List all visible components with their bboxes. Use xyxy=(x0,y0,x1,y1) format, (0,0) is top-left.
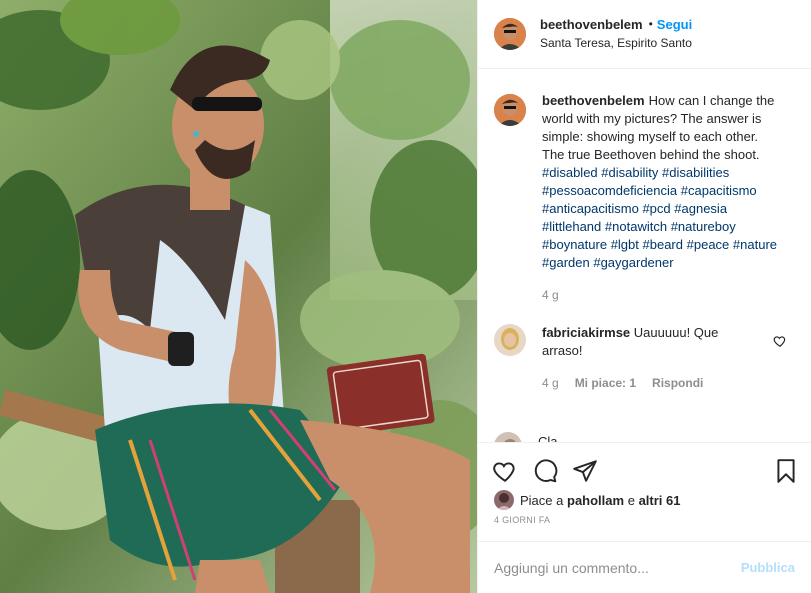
bookmark-icon[interactable] xyxy=(773,458,799,484)
comment-item-partial: Cla... xyxy=(494,432,568,442)
post-side-panel: beethovenbelem • Segui Santa Teresa, Esp… xyxy=(477,0,811,593)
caption-author-avatar[interactable] xyxy=(494,94,526,126)
follow-button[interactable]: Segui xyxy=(657,15,692,34)
profile-avatar-icon xyxy=(494,94,526,126)
paper-plane-icon[interactable] xyxy=(572,458,598,484)
post-location[interactable]: Santa Teresa, Espirito Santo xyxy=(540,34,692,53)
hashtag-link[interactable]: #agnesia xyxy=(674,201,727,216)
commenter-avatar[interactable] xyxy=(494,324,526,356)
comment-time[interactable]: 4 g xyxy=(542,374,559,392)
commenter-username[interactable]: fabriciakirmse xyxy=(542,325,630,340)
add-comment-bar: Pubblica xyxy=(478,541,811,593)
comment-meta: 4 g Mi piace: 1 Rispondi xyxy=(542,374,762,392)
hashtag-link[interactable]: #pcd xyxy=(642,201,670,216)
hashtag-link[interactable]: #disabilities xyxy=(662,165,729,180)
comment-item: fabriciakirmse Uauuuuu! Que arraso! 4 g … xyxy=(494,324,795,392)
commenter-avatar-icon xyxy=(494,432,522,442)
profile-avatar-icon xyxy=(494,18,526,50)
commenter-avatar[interactable] xyxy=(494,432,522,442)
post-image xyxy=(0,0,477,593)
hashtag-link[interactable]: #littlehand xyxy=(542,219,601,234)
comment-like-heart-icon[interactable] xyxy=(773,334,787,348)
hashtag-link[interactable]: #gaygardener xyxy=(593,255,673,270)
comments-list[interactable]: beethovenbelem How can I change the world… xyxy=(478,70,811,442)
heart-icon[interactable] xyxy=(492,458,518,484)
liker-avatar[interactable] xyxy=(494,490,514,510)
caption-time[interactable]: 4 g xyxy=(542,286,778,304)
hashtag-link[interactable]: #boynature xyxy=(542,237,607,252)
hashtag-link[interactable]: #garden xyxy=(542,255,590,270)
likes-prefix: Piace a xyxy=(520,492,564,508)
caption: beethovenbelem How can I change the world… xyxy=(494,92,795,304)
hashtag-link[interactable]: #disabled xyxy=(542,165,598,180)
comment-text: Cla... xyxy=(538,434,569,442)
comment-likes[interactable]: Mi piace: 1 xyxy=(575,374,636,392)
caption-username[interactable]: beethovenbelem xyxy=(542,93,645,108)
author-avatar[interactable] xyxy=(494,18,526,50)
post-header: beethovenbelem • Segui Santa Teresa, Esp… xyxy=(478,0,811,69)
hashtag-link[interactable]: #anticapacitismo xyxy=(542,201,639,216)
hashtag-link[interactable]: #pessoacomdeficiencia xyxy=(542,183,677,198)
author-username[interactable]: beethovenbelem xyxy=(540,15,643,34)
hashtag-link[interactable]: #natureboy xyxy=(671,219,736,234)
post-date[interactable]: 4 giorni fa xyxy=(478,511,811,525)
separator-dot: • xyxy=(648,17,653,31)
likes-others-link[interactable]: altri 61 xyxy=(639,493,681,508)
post-photo[interactable] xyxy=(0,0,477,593)
hashtag-link[interactable]: #lgbt xyxy=(611,237,639,252)
hashtag-link[interactable]: #notawitch xyxy=(605,219,667,234)
comment-bubble-icon[interactable] xyxy=(532,458,558,484)
hashtag-link[interactable]: #nature xyxy=(733,237,777,252)
hashtag-link[interactable]: #capacitismo xyxy=(681,183,757,198)
hashtag-link[interactable]: #disability xyxy=(601,165,658,180)
hashtag-link[interactable]: #beard xyxy=(643,237,683,252)
liker-username[interactable]: pahollam xyxy=(567,493,624,508)
liker-avatar-icon xyxy=(494,490,514,510)
reply-button[interactable]: Rispondi xyxy=(652,374,703,392)
caption-hashtags: #disabled #disability #disabilities #pes… xyxy=(542,164,778,272)
likes-summary: Piace a pahollam e altri 61 xyxy=(478,489,811,511)
likes-connector: e xyxy=(627,492,635,508)
comment-input[interactable] xyxy=(494,559,741,576)
post-actions: Piace a pahollam e altri 61 4 giorni fa xyxy=(478,442,811,552)
instagram-post: beethovenbelem • Segui Santa Teresa, Esp… xyxy=(0,0,811,593)
publish-button[interactable]: Pubblica xyxy=(741,560,795,575)
hashtag-link[interactable]: #peace xyxy=(687,237,730,252)
commenter-avatar-icon xyxy=(494,324,526,356)
